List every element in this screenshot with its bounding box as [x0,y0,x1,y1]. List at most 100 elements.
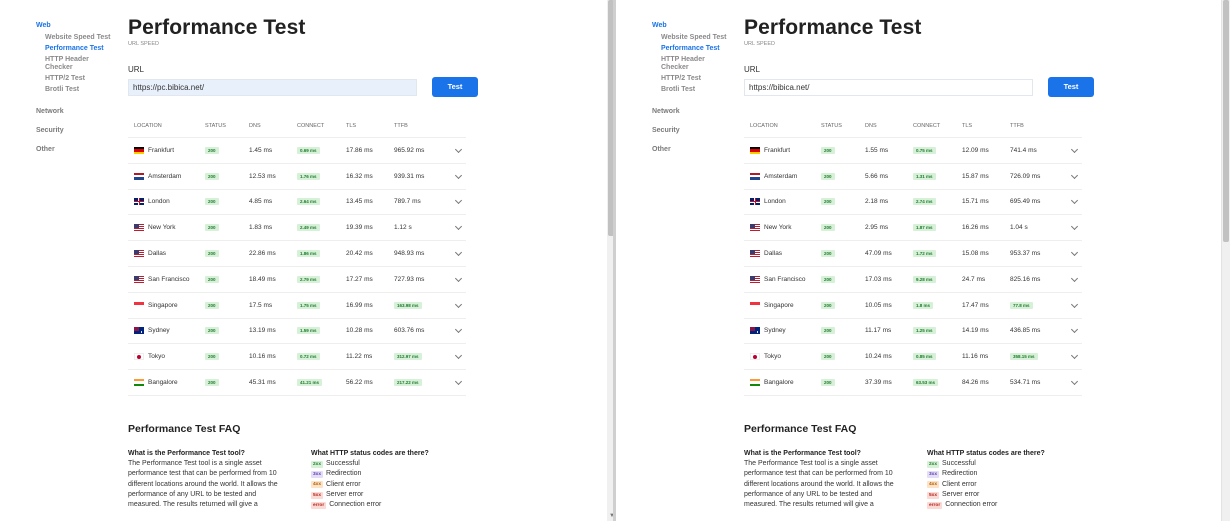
nav-category-security[interactable]: Security [652,127,732,134]
expand-toggle[interactable] [450,223,466,231]
table-row[interactable]: San Francisco 200 17.03 ms 9.28 ms 24.7 ms 82… [744,267,1082,293]
jp-flag-icon [134,353,144,361]
table-row[interactable]: New York 200 1.83 ms 2.49 ms 19.39 ms 1.12 s [128,215,466,242]
status-badge: 200 [205,379,219,387]
status-code-label: Connection error [329,501,382,509]
connect-badge: 2.74 ms [913,198,936,206]
expand-toggle[interactable] [450,249,466,257]
table-row[interactable]: Singapore 200 10.05 ms 1.8 ms 17.47 ms 77.8 m… [744,293,1082,319]
table-row[interactable]: Frankfurt 200 1.45 ms 0.69 ms 17.86 ms 965.92… [128,138,466,164]
nav-category-network[interactable]: Network [36,108,116,115]
col-status: STATUS [821,122,842,129]
table-row[interactable]: Singapore 200 17.5 ms 1.75 ms 16.99 ms 163.98… [128,293,466,319]
expand-toggle[interactable] [450,352,466,360]
nav-item-http-header-checker[interactable]: HTTP Header Checker [45,56,116,72]
tls-cell: 15.87 ms [962,172,989,180]
expand-toggle[interactable] [450,145,466,154]
nav-category-web[interactable]: Web [652,22,732,29]
url-input[interactable]: https://pc.bibica.net/ [128,79,417,96]
scrollbar-right[interactable] [1222,0,1230,521]
status-badge: 200 [821,172,835,180]
status-cell: 200 [821,172,865,180]
expand-toggle[interactable] [1066,378,1082,386]
table-row[interactable]: London 200 2.18 ms 2.74 ms 15.71 ms 695.49 ms [744,190,1082,216]
expand-toggle[interactable] [1066,352,1082,360]
table-row[interactable]: Amsterdam 200 5.66 ms 1.31 ms 15.87 ms 726.09… [744,164,1082,190]
connect-cell: 1.59 ms [297,327,346,335]
tls-cell: 20.42 ms [346,250,373,258]
connect-cell: 2.49 ms [297,224,346,232]
expand-toggle[interactable] [450,378,466,386]
us-flag-icon [134,250,144,258]
ttfb-cell: 1.12 s [394,224,450,231]
nav-category-web[interactable]: Web [36,22,116,29]
location-cell: London [744,198,821,206]
expand-toggle[interactable] [450,171,466,180]
nav-item-http-header-checker[interactable]: HTTP Header Checker [661,56,732,72]
nav-category-other[interactable]: Other [36,146,116,153]
status-cell: 200 [821,275,865,283]
table-row[interactable]: Amsterdam 200 12.53 ms 1.76 ms 16.32 ms 939.3… [128,164,466,190]
nav-item-brotli-test[interactable]: Brotli Test [661,86,732,94]
faq-answer-line: The Performance Test tool is a single as… [128,460,262,467]
chevron-down-icon [454,171,462,179]
faq-answer-line: different locations around the world. It… [128,480,278,488]
url-input[interactable]: https://bibica.net/ [744,79,1033,96]
table-row[interactable]: Bangalore 200 45.31 ms 41.21 ms 56.22 ms 217.… [128,370,466,396]
location-cell: Singapore [744,301,821,309]
nav-item-website-speed-test[interactable]: Website Speed Test [45,34,116,42]
status-cell: 200 [205,379,249,387]
table-row[interactable]: San Francisco 200 18.49 ms 2.79 ms 17.27 ms 7… [128,267,466,293]
test-button[interactable]: Test [1048,77,1094,97]
expand-toggle[interactable] [450,274,466,283]
expand-toggle[interactable] [1066,274,1082,283]
table-row[interactable]: Dallas 200 22.86 ms 1.86 ms 20.42 ms 948.93 m… [128,241,466,267]
nav-item-http2-test[interactable]: HTTP/2 Test [45,75,116,83]
expand-toggle[interactable] [450,197,466,205]
expand-toggle[interactable] [1066,197,1082,205]
expand-toggle[interactable] [1066,249,1082,257]
faq-answer-line: performance test that can be performed f… [128,470,277,478]
nav-item-performance-test[interactable]: Performance Test [661,45,732,53]
nav-category-security[interactable]: Security [36,127,116,134]
expand-toggle[interactable] [1066,300,1082,309]
table-row[interactable]: Bangalore 200 37.39 ms 63.53 ms 84.26 ms 534.… [744,370,1082,396]
connect-cell: 1.31 ms [913,172,962,180]
table-row[interactable]: New York 200 2.95 ms 1.87 ms 16.26 ms 1.04 s [744,215,1082,242]
table-row[interactable]: Tokyo 200 10.16 ms 0.72 ms 11.22 ms 312.97 ms [128,344,466,371]
expand-toggle[interactable] [1066,223,1082,231]
nav-item-performance-test[interactable]: Performance Test [45,45,116,53]
table-row[interactable]: London 200 4.85 ms 2.64 ms 13.45 ms 789.7 ms [128,190,466,216]
chevron-down-icon [1070,274,1078,282]
nav-category-network[interactable]: Network [652,108,732,115]
nav-item-brotli-test[interactable]: Brotli Test [45,86,116,94]
scrollbar-thumb[interactable] [1223,0,1229,242]
connect-badge: 63.53 ms [913,379,939,387]
ttfb-value: 741.4 ms [1010,146,1037,154]
test-button[interactable]: Test [432,77,478,97]
ttfb-cell: 789.7 ms [394,198,450,205]
ttfb-value: 1.12 s [394,224,412,232]
tls-cell: 17.27 ms [346,275,373,283]
ttfb-value: 948.93 ms [394,250,425,258]
nl-flag-icon [134,172,144,180]
nav-category-other[interactable]: Other [652,146,732,153]
table-row[interactable]: Sydney 200 13.19 ms 1.59 ms 10.28 ms 603.76 m… [128,319,466,345]
nav-item-http2-test[interactable]: HTTP/2 Test [661,75,732,83]
expand-toggle[interactable] [1066,145,1082,154]
nl-flag-icon [750,172,760,180]
faq-question-codes: What HTTP status codes are there? [311,450,429,457]
expand-toggle[interactable] [450,300,466,309]
expand-toggle[interactable] [1066,171,1082,180]
tls-cell: 11.16 ms [962,353,989,361]
table-row[interactable]: Tokyo 200 10.24 ms 0.85 ms 11.16 ms 358.15 ms [744,344,1082,371]
location-cell: Tokyo [128,353,205,361]
results-table: LOCATION STATUS DNS CONNECT TLS TTFB Fra… [128,114,466,396]
expand-toggle[interactable] [1066,326,1082,334]
table-row[interactable]: Dallas 200 47.09 ms 1.72 ms 15.08 ms 953.37 m… [744,241,1082,267]
table-row[interactable]: Sydney 200 11.17 ms 1.25 ms 14.19 ms 436.85 m… [744,319,1082,345]
expand-toggle[interactable] [450,326,466,334]
faq-section: Performance Test FAQ What is the Perform… [744,423,1104,510]
table-row[interactable]: Frankfurt 200 1.55 ms 0.75 ms 12.09 ms 741.4 … [744,138,1082,164]
nav-item-website-speed-test[interactable]: Website Speed Test [661,34,732,42]
